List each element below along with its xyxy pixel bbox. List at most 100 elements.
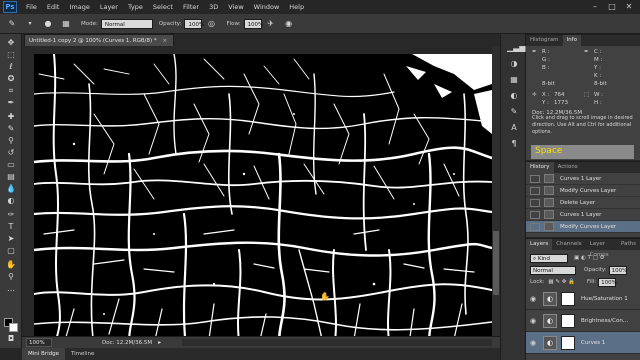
history-item[interactable]: Curves 1 Layer	[526, 209, 640, 221]
visibility-eye-icon[interactable]: ◉	[529, 317, 537, 325]
tab-info[interactable]: Info	[562, 35, 581, 46]
history-item[interactable]: Modify Curves Layer	[526, 221, 640, 233]
menu-edit[interactable]: Edit	[42, 3, 65, 11]
history-item[interactable]: Curves 1 Layer	[526, 173, 640, 185]
menu-view[interactable]: View	[223, 3, 248, 11]
layer-filter-select[interactable]: ⌕ Kind	[530, 253, 568, 263]
history-snapshot-toggle[interactable]	[530, 210, 540, 219]
pressure-opacity-icon[interactable]: ◎	[205, 18, 217, 30]
pressure-size-icon[interactable]: ◉	[283, 18, 295, 30]
eyedropper-tool-icon[interactable]: ✒	[5, 98, 17, 108]
tab-layers[interactable]: Layers	[526, 239, 553, 250]
shape-tool-icon[interactable]: ▢	[5, 246, 17, 256]
tab-timeline[interactable]: Timeline	[65, 348, 100, 360]
brush-panel-icon[interactable]: ✎	[507, 106, 521, 118]
menu-select[interactable]: Select	[148, 3, 178, 11]
menu-type[interactable]: Type	[123, 3, 148, 11]
opacity-field[interactable]: 100%	[184, 18, 204, 29]
adjustments-panel-icon[interactable]: ◐	[507, 90, 521, 102]
quick-select-tool-icon[interactable]: ✪	[5, 74, 17, 84]
clone-stamp-tool-icon[interactable]: ⚲	[5, 136, 17, 146]
tab-paths[interactable]: Paths	[617, 239, 640, 250]
brush-panel-icon[interactable]: ▦	[60, 18, 72, 30]
quick-mask-icon[interactable]: ◘	[5, 334, 17, 344]
history-brush-tool-icon[interactable]: ↺	[5, 148, 17, 158]
horizontal-scrollbar[interactable]	[182, 339, 492, 346]
tab-layer-comps[interactable]: Layer Comps	[586, 239, 617, 258]
menu-help[interactable]: Help	[284, 3, 309, 11]
menu-image[interactable]: Image	[64, 3, 94, 11]
blend-mode-select[interactable]: Normal	[530, 265, 576, 275]
close-icon[interactable]: ✕	[622, 1, 636, 12]
background-color-swatch[interactable]	[9, 323, 18, 332]
minimize-icon[interactable]: –	[588, 1, 602, 12]
menu-file[interactable]: File	[21, 3, 42, 11]
tab-history[interactable]: History	[526, 162, 554, 173]
history-item[interactable]: Modify Curves Layer	[526, 185, 640, 197]
image-canvas[interactable]: ✋	[34, 54, 492, 348]
fill-field[interactable]: 100%	[598, 277, 617, 287]
history-snapshot-toggle[interactable]	[530, 174, 540, 183]
blur-tool-icon[interactable]: 💧	[5, 184, 17, 194]
status-menu-icon[interactable]: ▸	[158, 339, 161, 346]
history-state-icon	[544, 198, 554, 207]
eyedropper-icon: ✒	[584, 49, 589, 55]
tab-histogram[interactable]: Histogram	[526, 35, 563, 46]
history-snapshot-toggle[interactable]	[530, 198, 540, 207]
lasso-tool-icon[interactable]: ℓ	[5, 62, 17, 72]
history-item[interactable]: Delete Layer	[526, 197, 640, 209]
more-tools-icon[interactable]: …	[5, 284, 17, 294]
brush-tool-icon[interactable]: ✎	[6, 18, 18, 30]
gradient-tool-icon[interactable]: ▤	[5, 172, 17, 182]
zoom-field[interactable]: 100%	[26, 338, 52, 347]
pen-tool-icon[interactable]: ✑	[5, 210, 17, 220]
flow-field[interactable]: 100%	[243, 18, 263, 29]
histogram-panel-icon[interactable]: ▁▃▅	[507, 42, 525, 54]
brush-preset-icon[interactable]: ●	[42, 18, 54, 30]
airbrush-icon[interactable]: ✈	[265, 18, 277, 30]
hand-tool-icon[interactable]: ✋	[5, 260, 17, 270]
hand-cursor-icon: ✋	[320, 292, 330, 301]
history-snapshot-toggle[interactable]	[530, 222, 540, 231]
paragraph-panel-icon[interactable]: ¶	[507, 138, 521, 150]
color-panel-icon[interactable]: ◑	[507, 58, 521, 70]
layer-mask-thumbnail[interactable]	[561, 291, 575, 306]
document-tab[interactable]: Untitled-1 copy 2 @ 100% (Curves 1, RGB/…	[24, 34, 175, 46]
tab-channels[interactable]: Channels	[552, 239, 585, 250]
history-snapshot-toggle[interactable]	[530, 186, 540, 195]
crop-tool-icon[interactable]: ⌗	[5, 86, 17, 96]
chevron-down-icon[interactable]: ▾	[24, 18, 36, 30]
maximize-icon[interactable]: □	[605, 1, 619, 12]
swatches-panel-icon[interactable]: ▦	[507, 74, 521, 86]
healing-tool-icon[interactable]: ✚	[5, 112, 17, 122]
character-panel-icon[interactable]: A	[507, 122, 521, 134]
visibility-eye-icon[interactable]: ◉	[529, 295, 537, 303]
type-tool-icon[interactable]: T	[5, 222, 17, 232]
layer-row[interactable]: ◉ ◐ Hue/Saturation 1	[526, 288, 640, 310]
layer-row[interactable]: ◉ ◐ Brightness/Con...	[526, 310, 640, 332]
tab-actions[interactable]: Actions	[554, 162, 582, 173]
dodge-tool-icon[interactable]: ◐	[5, 196, 17, 206]
layer-row[interactable]: ◉ ◐ Curves 1	[526, 332, 640, 354]
marquee-tool-icon[interactable]: ⬚	[5, 50, 17, 60]
layer-opacity-field[interactable]: 100%	[608, 265, 627, 275]
layer-mask-thumbnail[interactable]	[561, 313, 575, 328]
eraser-tool-icon[interactable]: ▭	[5, 160, 17, 170]
mode-select[interactable]: Normal	[100, 18, 153, 29]
menu-window[interactable]: Window	[249, 3, 285, 11]
layer-mask-thumbnail[interactable]	[561, 335, 575, 350]
lock-icons[interactable]: ▦ ✎ ✥ 🔒	[548, 279, 575, 285]
move-tool-icon[interactable]: ✥	[5, 38, 17, 48]
filter-icons[interactable]: ▣ ◐ T ▢ ⚙	[574, 255, 604, 261]
menu-filter[interactable]: Filter	[178, 3, 204, 11]
brush-tool-icon[interactable]: ✎	[5, 124, 17, 134]
zoom-tool-icon[interactable]: ⚲	[5, 272, 17, 282]
menu-layer[interactable]: Layer	[95, 3, 123, 11]
tab-mini-bridge[interactable]: Mini Bridge	[22, 348, 65, 360]
vertical-scrollbar[interactable]	[492, 46, 500, 348]
visibility-eye-icon[interactable]: ◉	[529, 339, 537, 347]
vertical-scroll-thumb[interactable]	[493, 231, 499, 295]
close-tab-icon[interactable]: ×	[162, 38, 167, 44]
menu-3d[interactable]: 3D	[204, 3, 223, 11]
path-select-tool-icon[interactable]: ➤	[5, 234, 17, 244]
